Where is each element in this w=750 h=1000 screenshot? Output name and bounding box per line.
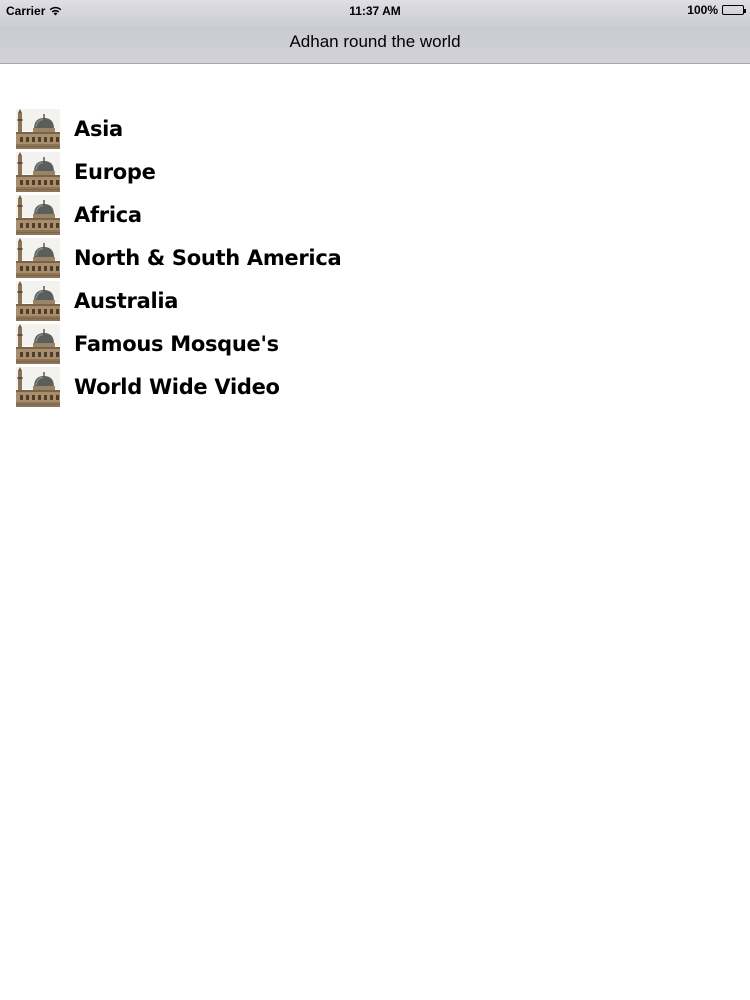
list-item-world-wide-video[interactable]: World Wide Video [16, 365, 341, 408]
list-item-label: Europe [74, 159, 156, 184]
list-item-australia[interactable]: Australia [16, 279, 341, 322]
list-item-label: Famous Mosque's [74, 331, 279, 356]
mosque-icon [16, 238, 60, 278]
list-item-label: Asia [74, 116, 123, 141]
list-item-famous-mosques[interactable]: Famous Mosque's [16, 322, 341, 365]
list-item-label: Australia [74, 288, 179, 313]
mosque-icon [16, 109, 60, 149]
mosque-icon [16, 152, 60, 192]
battery-percent: 100% [687, 3, 718, 17]
list-item-africa[interactable]: Africa [16, 193, 341, 236]
region-list: Asia Europe Africa North & South America… [16, 107, 342, 408]
list-item-asia[interactable]: Asia [16, 107, 341, 150]
mosque-icon [16, 195, 60, 235]
page-title: Adhan round the world [289, 32, 461, 51]
list-item-north-south-america[interactable]: North & South America [16, 236, 342, 279]
status-bar: Carrier 11:37 AM 100% [0, 0, 750, 22]
list-item-label: North & South America [74, 245, 342, 270]
mosque-icon [16, 324, 60, 364]
battery-icon [722, 5, 746, 15]
mosque-icon [16, 281, 60, 321]
list-item-label: Africa [74, 202, 142, 227]
navigation-bar: Carrier 11:37 AM 100% Adhan round the wo… [0, 0, 750, 64]
battery-indicator: 100% [687, 3, 746, 17]
mosque-icon [16, 367, 60, 407]
status-time: 11:37 AM [349, 4, 401, 18]
list-item-europe[interactable]: Europe [16, 150, 341, 193]
list-item-label: World Wide Video [74, 374, 280, 399]
